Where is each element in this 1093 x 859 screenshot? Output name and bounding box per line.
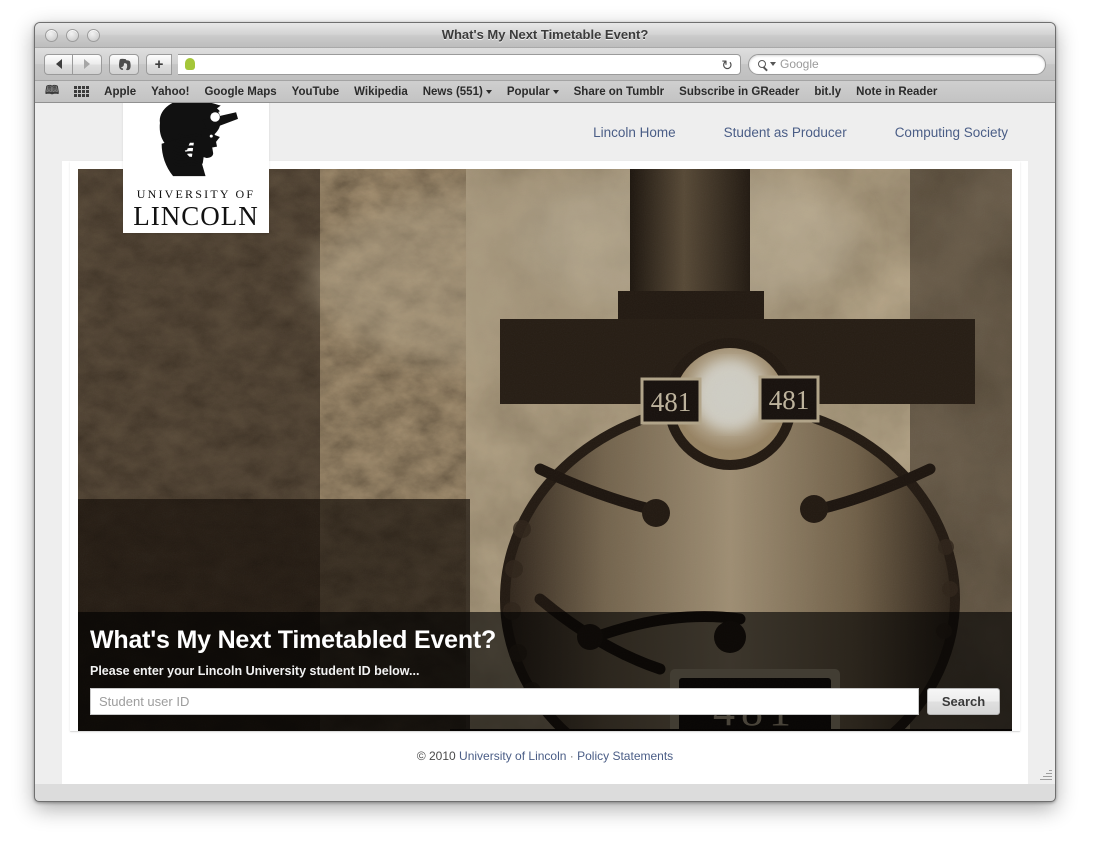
forward-button[interactable] (73, 53, 102, 75)
bookmark-note-in-reader[interactable]: Note in Reader (856, 86, 937, 98)
browser-window: What's My Next Timetable Event? + ↻ Goog… (34, 22, 1056, 802)
page-viewport: Lincoln Home Student as Producer Computi… (35, 103, 1055, 784)
bookmark-google-maps[interactable]: Google Maps (204, 86, 276, 98)
chevron-down-icon (552, 89, 559, 94)
hero-banner: 481 481 481 (78, 169, 1012, 731)
bookmark-subscribe-in-greader[interactable]: Subscribe in GReader (679, 86, 799, 98)
android-favicon (184, 57, 196, 71)
new-tab-button[interactable]: + (146, 53, 172, 75)
navigation-buttons (44, 53, 102, 75)
reload-button[interactable]: ↻ (721, 57, 733, 73)
logo-line-1: UNIVERSITY OF (136, 186, 256, 201)
site-footer: © 2010 University of Lincoln · Policy St… (70, 731, 1020, 783)
bookmark-wikipedia[interactable]: Wikipedia (354, 86, 408, 98)
chevron-down-icon[interactable] (770, 62, 776, 66)
search-button[interactable]: Search (927, 688, 1000, 715)
bookmark-yahoo[interactable]: Yahoo! (151, 86, 189, 98)
footer-separator: · (569, 749, 574, 763)
nav-lincoln-home[interactable]: Lincoln Home (593, 125, 676, 140)
page-title: What's My Next Timetabled Event? (90, 626, 497, 654)
evernote-clip-button[interactable] (109, 53, 139, 75)
bookmark-news[interactable]: News (551) (423, 86, 492, 98)
hero-overlay-panel: What's My Next Timetabled Event? Please … (78, 612, 1012, 731)
back-button[interactable] (44, 53, 73, 75)
bookmark-popular[interactable]: Popular (507, 86, 559, 98)
bookmarks-bar: 🕮 Apple Yahoo! Google Maps YouTube Wikip… (35, 81, 1055, 103)
search-input-placeholder: Google (780, 57, 819, 71)
student-id-input[interactable] (90, 688, 919, 715)
logo-line-2: LINCOLN (133, 200, 259, 231)
address-bar[interactable]: ↻ (178, 53, 741, 75)
grid-icon[interactable] (74, 86, 90, 97)
back-arrow-icon (55, 59, 62, 69)
content-card: UNIVERSITY OF LINCOLN What's My Next Tim… (70, 103, 1020, 731)
page-container: Lincoln Home Student as Producer Computi… (62, 103, 1028, 784)
window-titlebar[interactable]: What's My Next Timetable Event? (35, 23, 1055, 48)
university-logo[interactable]: UNIVERSITY OF LINCOLN (123, 103, 269, 233)
minerva-helmet-crest-icon (159, 103, 238, 177)
footer-policy-link[interactable]: Policy Statements (577, 749, 673, 763)
forward-arrow-icon (84, 59, 90, 69)
bookmark-youtube[interactable]: YouTube (292, 86, 339, 98)
bookmark-apple[interactable]: Apple (104, 86, 136, 98)
search-bar[interactable]: Google (748, 53, 1046, 75)
student-id-form: Search (90, 688, 1000, 715)
nav-computing-society[interactable]: Computing Society (895, 125, 1008, 140)
chevron-down-icon (485, 89, 492, 94)
window-resize-grip[interactable] (1039, 768, 1052, 781)
hero-subtitle: Please enter your Lincoln University stu… (90, 664, 420, 678)
university-logo-text: UNIVERSITY OF LINCOLN (133, 187, 258, 230)
footer-copyright: © 2010 (416, 749, 456, 763)
bookmark-share-on-tumblr[interactable]: Share on Tumblr (574, 86, 665, 98)
window-title: What's My Next Timetable Event? (441, 27, 649, 42)
desktop-background: What's My Next Timetable Event? + ↻ Goog… (0, 0, 1093, 859)
book-icon[interactable]: 🕮 (45, 81, 59, 102)
browser-toolbar: + ↻ Google (35, 48, 1055, 81)
bookmark-bitly[interactable]: bit.ly (814, 86, 841, 98)
footer-university-link[interactable]: University of Lincoln (459, 749, 566, 763)
nav-student-as-producer[interactable]: Student as Producer (724, 125, 847, 140)
evernote-elephant-icon (118, 58, 131, 70)
magnifier-icon (758, 60, 766, 68)
